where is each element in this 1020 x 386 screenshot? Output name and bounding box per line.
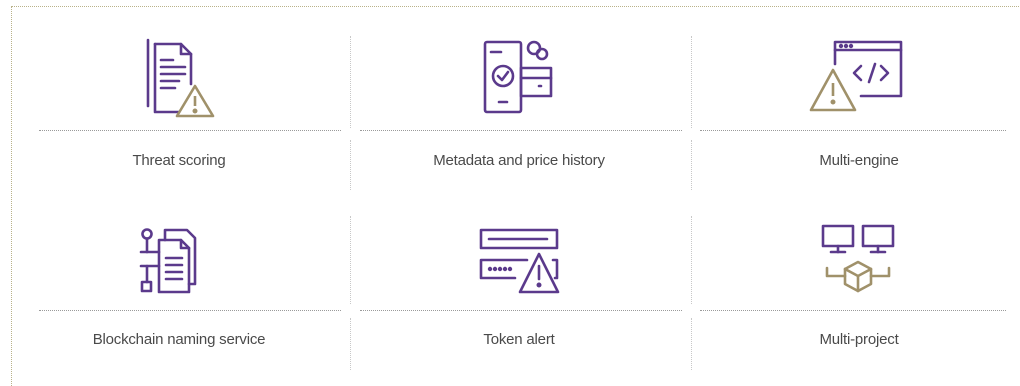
column-divider	[691, 318, 692, 370]
feature-label: Blockchain naming service	[92, 331, 266, 348]
feature-card-multi-engine: Multi-engine	[694, 0, 1020, 190]
feature-card-threat-scoring: Threat scoring	[14, 0, 344, 190]
feature-label: Multi-project	[819, 331, 899, 348]
feature-card-token-alert: Token alert	[354, 190, 684, 370]
column-divider	[350, 140, 351, 190]
feature-label: Token alert	[483, 331, 555, 348]
metadata-price-history-icon	[483, 40, 553, 114]
feature-label: Multi-engine	[819, 152, 899, 169]
column-divider	[691, 140, 692, 190]
column-divider	[350, 36, 351, 128]
column-divider	[350, 318, 351, 370]
feature-label: Threat scoring	[132, 152, 226, 169]
multi-project-icon	[821, 224, 895, 293]
blockchain-naming-service-icon	[139, 228, 197, 294]
column-divider	[691, 216, 692, 304]
token-alert-icon	[479, 228, 560, 294]
column-divider	[691, 36, 692, 128]
multi-engine-icon	[809, 40, 903, 112]
column-divider	[350, 216, 351, 304]
threat-scoring-icon	[146, 38, 215, 118]
feature-label: Metadata and price history	[433, 152, 605, 169]
feature-card-multi-project: Multi-project	[694, 190, 1020, 370]
feature-card-blockchain-naming-service: Blockchain naming service	[14, 190, 344, 370]
feature-card-metadata-price-history: Metadata and price history	[354, 0, 684, 190]
